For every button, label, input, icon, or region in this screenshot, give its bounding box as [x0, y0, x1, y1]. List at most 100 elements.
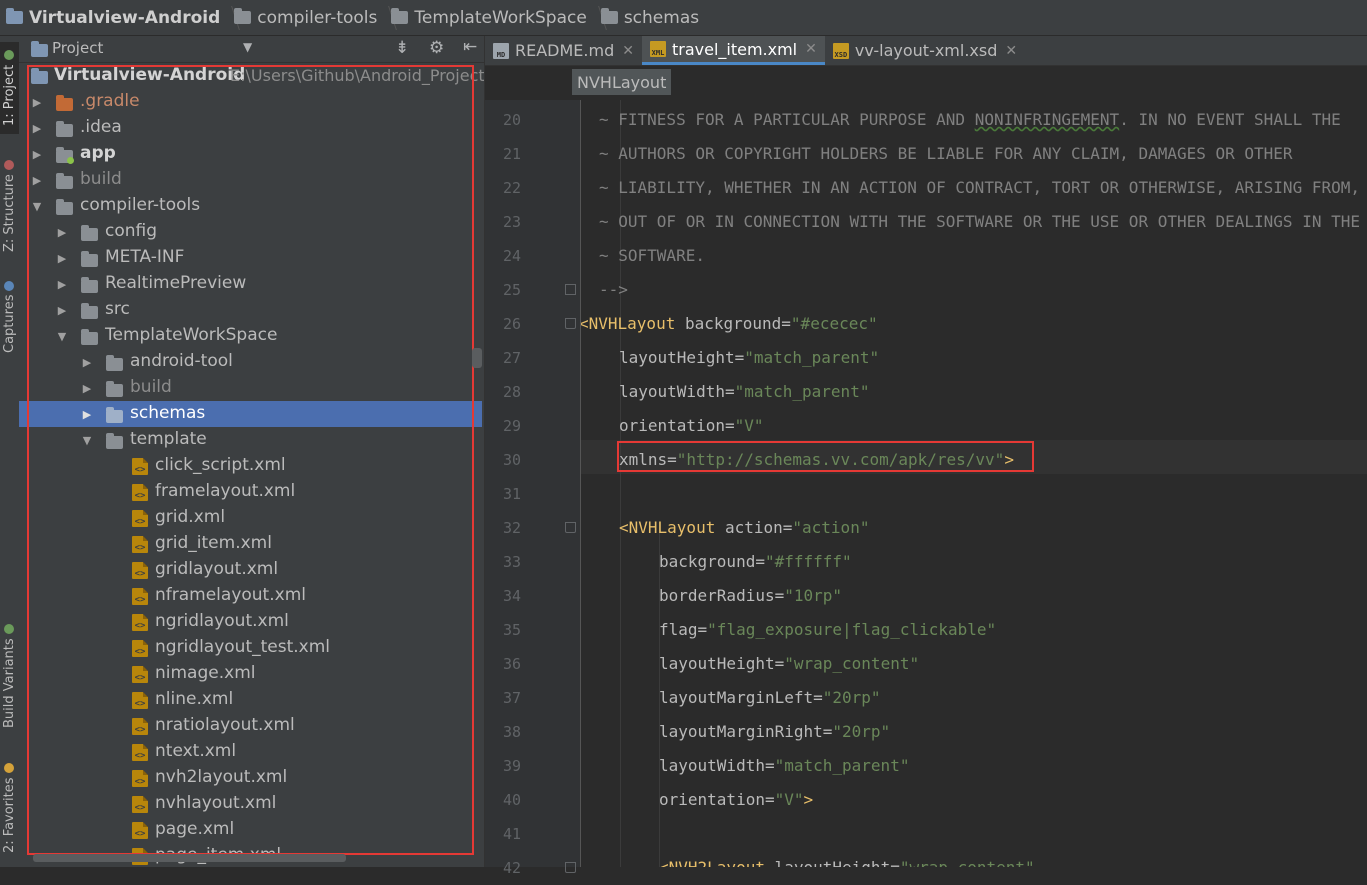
tree-item[interactable]: <> nframelayout.xml [19, 583, 482, 609]
tree-item-label: config [105, 221, 158, 241]
collapse-arrow-icon[interactable]: ▶ [56, 278, 68, 291]
horizontal-scrollbar[interactable] [33, 854, 346, 862]
collapse-arrow-icon[interactable]: ▶ [31, 174, 43, 187]
tree-item[interactable]: <> gridlayout.xml [19, 557, 482, 583]
line-number: 32 [502, 519, 521, 537]
close-icon[interactable]: ✕ [622, 43, 634, 59]
dropdown-arrow-icon[interactable]: ▼ [243, 40, 252, 54]
folder-icon [56, 199, 73, 215]
tool-tab-build-variants[interactable]: Build Variants [0, 624, 19, 728]
tree-item[interactable]: ▶ META-INF [19, 245, 482, 271]
tree-root[interactable]: Virtualview-Android E:\Users\Github\Andr… [19, 63, 484, 89]
editor-breadcrumb-item[interactable]: NVHLayout [572, 69, 672, 95]
tree-item[interactable]: ▶ android-tool [19, 349, 482, 375]
collapse-arrow-icon[interactable]: ▶ [56, 226, 68, 239]
tree-item[interactable]: <> nvh2layout.xml [19, 765, 482, 791]
tree-item[interactable]: <> click_script.xml [19, 453, 482, 479]
tree-item-label: framelayout.xml [155, 481, 296, 501]
tree-item-label: nratiolayout.xml [155, 715, 295, 735]
tree-item-label: nframelayout.xml [155, 585, 306, 605]
fold-marker-icon[interactable] [565, 284, 576, 295]
tree-item[interactable]: ▼ template [19, 427, 482, 453]
close-icon[interactable]: ✕ [805, 41, 817, 57]
vertical-scrollbar[interactable] [472, 348, 482, 368]
tree-item-label: grid_item.xml [155, 533, 272, 553]
gear-icon[interactable]: ⚙ [429, 38, 444, 58]
fold-marker-icon[interactable] [565, 862, 576, 873]
tree-item[interactable]: ▶ build [19, 167, 482, 193]
line-number: 27 [502, 349, 521, 367]
xml-file-icon: <> [132, 822, 148, 839]
expand-arrow-icon[interactable]: ▼ [81, 434, 93, 447]
breadcrumb-templateworkspace[interactable]: TemplateWorkSpace [385, 0, 594, 36]
line-number: 34 [502, 587, 521, 605]
collapse-arrow-icon[interactable]: ▶ [31, 148, 43, 161]
breadcrumb-schemas[interactable]: schemas [595, 0, 707, 36]
breadcrumb-project[interactable]: Virtualview-Android [0, 0, 228, 36]
collapse-all-icon[interactable]: ⇟ [395, 38, 409, 58]
xml-file-icon: <> [132, 588, 148, 605]
tool-tab-captures[interactable]: Captures [0, 276, 19, 358]
tree-item[interactable]: <> page.xml [19, 817, 482, 843]
structure-icon [4, 160, 15, 171]
hide-panel-icon[interactable]: ⇤ [463, 37, 477, 57]
tree-item[interactable]: <> nvhlayout.xml [19, 791, 482, 817]
breadcrumb-compiler-tools[interactable]: compiler-tools [228, 0, 385, 36]
collapse-arrow-icon[interactable]: ▶ [31, 96, 43, 109]
tree-item[interactable]: ▶ config [19, 219, 482, 245]
line-number: 38 [502, 723, 521, 741]
tool-tab-structure[interactable]: Z: Structure [0, 156, 19, 256]
folder-icon [106, 407, 123, 423]
tree-item-label: .gradle [80, 91, 140, 111]
tree-item[interactable]: <> framelayout.xml [19, 479, 482, 505]
line-number: 35 [502, 621, 521, 639]
tree-item[interactable]: <> ngridlayout.xml [19, 609, 482, 635]
fold-marker-icon[interactable] [565, 522, 576, 533]
tree-item[interactable]: ▶ build [19, 375, 482, 401]
tool-tab-project[interactable]: 1: Project [0, 42, 19, 134]
tree-item-label: ngridlayout_test.xml [155, 637, 331, 657]
expand-arrow-icon[interactable]: ▼ [56, 330, 68, 343]
tab-readme[interactable]: MD README.md ✕ [485, 36, 642, 65]
tree-item-label: grid.xml [155, 507, 226, 527]
expand-arrow-icon[interactable]: ▼ [31, 200, 43, 213]
code-line-27: layoutHeight="match_parent" [619, 348, 880, 367]
tree-item[interactable]: ▶ schemas [19, 401, 482, 427]
tree-item-label: .idea [80, 117, 122, 137]
xml-file-icon: <> [132, 640, 148, 657]
tree-item[interactable]: <> nratiolayout.xml [19, 713, 482, 739]
project-view-selector[interactable]: Project [52, 39, 103, 57]
tab-travel-item[interactable]: XML travel_item.xml ✕ [641, 36, 825, 65]
tree-item[interactable]: <> ngridlayout_test.xml [19, 635, 482, 661]
tree-item[interactable]: <> grid.xml [19, 505, 482, 531]
tree-item[interactable]: ▶ .idea [19, 115, 482, 141]
tree-item[interactable]: <> ntext.xml [19, 739, 482, 765]
tree-item[interactable]: ▼ compiler-tools [19, 193, 482, 219]
tree-item[interactable]: <> nline.xml [19, 687, 482, 713]
tree-item[interactable]: ▶ src [19, 297, 482, 323]
tree-item[interactable]: <> nimage.xml [19, 661, 482, 687]
collapse-arrow-icon[interactable]: ▶ [31, 122, 43, 135]
code-line-36: layoutHeight="wrap_content" [659, 654, 920, 673]
collapse-arrow-icon[interactable]: ▶ [56, 304, 68, 317]
fold-marker-icon[interactable] [565, 318, 576, 329]
tree-item[interactable]: ▶ RealtimePreview [19, 271, 482, 297]
xsd-file-icon: XSD [832, 42, 849, 59]
collapse-arrow-icon[interactable]: ▶ [81, 356, 93, 369]
tree-item[interactable]: <> grid_item.xml [19, 531, 482, 557]
collapse-arrow-icon[interactable]: ▶ [56, 252, 68, 265]
tree-item[interactable]: ▶ app [19, 141, 482, 167]
tab-vv-layout-xsd[interactable]: XSD vv-layout-xml.xsd ✕ [825, 36, 1025, 65]
editor-tabs: MD README.md ✕ XML travel_item.xml ✕ XSD… [485, 36, 1367, 66]
code-editor[interactable]: ~ FITNESS FOR A PARTICULAR PURPOSE AND N… [581, 100, 1367, 867]
collapse-arrow-icon[interactable]: ▶ [81, 382, 93, 395]
close-icon[interactable]: ✕ [1005, 43, 1017, 59]
xml-file-icon: <> [132, 614, 148, 631]
tree-item-label: compiler-tools [80, 195, 201, 215]
tree-item[interactable]: ▼ TemplateWorkSpace [19, 323, 482, 349]
collapse-arrow-icon[interactable]: ▶ [81, 408, 93, 421]
tree-item[interactable]: ▶ .gradle [19, 89, 482, 115]
tool-tab-favorites[interactable]: 2: Favorites [0, 760, 19, 856]
tree-item-label: click_script.xml [155, 455, 286, 475]
code-line-25: --> [599, 280, 628, 299]
